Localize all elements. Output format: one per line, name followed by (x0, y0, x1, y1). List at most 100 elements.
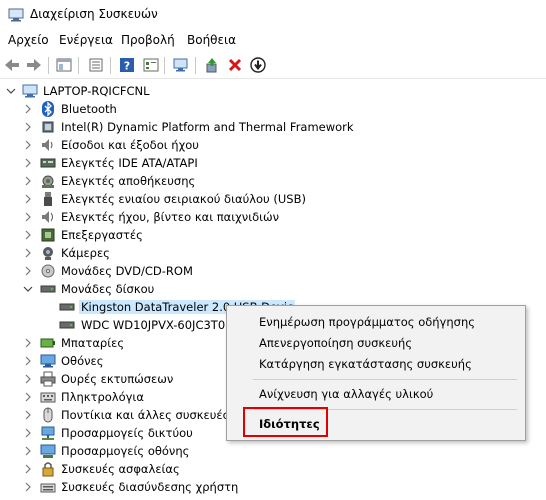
tree-item-ide[interactable]: Ελεγκτές IDE ATA/ATAPI (0, 154, 546, 172)
device-manager-icon (8, 8, 24, 22)
security-icon (42, 462, 54, 477)
tree-item-label: Μονάδες DVD/CD-ROM (61, 264, 193, 278)
tree-item-display-adapters[interactable]: Προσαρμογείς οθόνης (0, 442, 546, 460)
menu-item-update-driver[interactable]: Ενημέρωση προγράμματος οδήγησης (259, 315, 475, 329)
dvd-icon (41, 264, 55, 278)
tree-item-cameras[interactable]: Κάμερες (0, 244, 546, 262)
computer-icon (22, 84, 38, 98)
toolbar-separator (78, 57, 79, 74)
chevron-right-icon[interactable] (23, 193, 33, 205)
chevron-right-icon[interactable] (23, 445, 33, 457)
title-bar: Διαχείριση Συσκευών (0, 0, 546, 30)
battery-icon (40, 338, 55, 348)
disk-icon (59, 321, 75, 329)
chevron-right-icon[interactable] (23, 391, 33, 403)
network-icon (41, 426, 55, 440)
camera-icon (43, 247, 53, 260)
menu-help[interactable]: Βοήθεια (187, 33, 236, 47)
help-button[interactable]: ? (117, 55, 137, 75)
menu-item-uninstall-device[interactable]: Κατάργηση εγκατάστασης συσκευής (259, 357, 472, 371)
tree-item-dvd[interactable]: Μονάδες DVD/CD-ROM (0, 262, 546, 280)
show-hide-tree-button[interactable] (54, 55, 74, 75)
tree-item-label: Ποντίκια και άλλες συσκευές κ (61, 408, 240, 422)
chevron-right-icon[interactable] (23, 211, 33, 223)
tree-root[interactable]: LAPTOP-RQICFCNL (0, 82, 546, 100)
chevron-right-icon[interactable] (23, 481, 33, 493)
disk-icon (59, 303, 75, 311)
chip-icon (42, 121, 54, 133)
speaker-icon (42, 139, 53, 151)
tree-item-label: Είσοδοι και έξοδοι ήχου (61, 138, 199, 152)
tree-item-audio-io[interactable]: Είσοδοι και έξοδοι ήχου (0, 136, 546, 154)
printer-icon (40, 371, 56, 387)
display-adapter-icon (40, 444, 56, 458)
toolbar-separator (195, 57, 196, 74)
svg-text:?: ? (124, 60, 130, 73)
chevron-right-icon[interactable] (23, 157, 33, 169)
toolbar-separator (164, 57, 165, 74)
properties-highlight-box (243, 407, 328, 437)
mouse-icon (43, 407, 53, 423)
menu-file[interactable]: Αρχείο (8, 33, 49, 47)
chevron-right-icon[interactable] (23, 427, 33, 439)
forward-button[interactable] (24, 55, 44, 75)
update-driver-button[interactable] (202, 55, 222, 75)
disable-icon (250, 57, 266, 73)
tree-item-disk-drives[interactable]: Μονάδες δίσκου (0, 280, 546, 298)
tree-item-label: Ουρές εκτυπώσεων (61, 372, 174, 386)
chevron-right-icon[interactable] (23, 463, 33, 475)
tree-item-usb[interactable]: Ελεγκτές ενιαίου σειριακού διαύλου (USB) (0, 190, 546, 208)
tree-item-security[interactable]: Συσκευές ασφαλείας (0, 460, 546, 478)
uninstall-icon (228, 58, 242, 72)
chevron-right-icon[interactable] (23, 121, 33, 133)
back-button[interactable] (2, 55, 22, 75)
ide-controller-icon (40, 158, 56, 168)
menu-item-scan-hardware[interactable]: Ανίχνευση για αλλαγές υλικού (259, 387, 433, 401)
chevron-right-icon[interactable] (23, 139, 33, 151)
bluetooth-icon (42, 101, 54, 117)
tree-item-label: Μπαταρίες (61, 336, 125, 350)
forward-icon (27, 59, 41, 71)
tree-item-intel-dptf[interactable]: Intel(R) Dynamic Platform and Thermal Fr… (0, 118, 546, 136)
disable-button[interactable] (248, 55, 268, 75)
tree-item-label: Οθόνες (61, 354, 104, 368)
chevron-right-icon[interactable] (23, 103, 33, 115)
scan-hardware-icon (173, 58, 188, 72)
chevron-down-icon[interactable] (23, 283, 33, 295)
menu-view[interactable]: Προβολή (121, 33, 175, 47)
tree-item-label: Πληκτρολόγια (61, 390, 144, 404)
chevron-right-icon[interactable] (23, 337, 33, 349)
tree-item-label: Μονάδες δίσκου (61, 282, 155, 296)
tree-item-storage-controllers[interactable]: Ελεγκτές αποθήκευσης (0, 172, 546, 190)
tree-item-label: Ελεγκτές ήχου, βίντεο και παιχνιδιών (61, 210, 280, 224)
chevron-right-icon[interactable] (23, 409, 33, 421)
chevron-down-icon[interactable] (6, 85, 16, 97)
chevron-right-icon[interactable] (23, 247, 33, 259)
menu-item-disable-device[interactable]: Απενεργοποίηση συσκευής (259, 336, 412, 350)
tree-item-sound-video-game[interactable]: Ελεγκτές ήχου, βίντεο και παιχνιδιών (0, 208, 546, 226)
uninstall-button[interactable] (225, 55, 245, 75)
menu-bar: Αρχείο Ενέργεια Προβολή Βοήθεια (0, 30, 546, 52)
tree-item-bluetooth[interactable]: Bluetooth (0, 100, 546, 118)
tree-item-label: Intel(R) Dynamic Platform and Thermal Fr… (61, 120, 354, 134)
scan-hardware-button[interactable] (171, 55, 191, 75)
toolbar: ? (0, 52, 546, 79)
properties-icon (89, 58, 103, 72)
update-driver-icon (206, 58, 217, 73)
tree-item-hid[interactable]: Συσκευές διασύνδεσης χρήστη (0, 478, 546, 496)
view-button[interactable] (141, 55, 161, 75)
chevron-right-icon[interactable] (23, 355, 33, 367)
tree-item-processors[interactable]: Επεξεργαστές (0, 226, 546, 244)
menu-separator (253, 379, 517, 380)
chevron-right-icon[interactable] (23, 265, 33, 277)
usb-icon (44, 192, 52, 206)
storage-controller-icon (42, 175, 54, 188)
chevron-right-icon[interactable] (23, 175, 33, 187)
chevron-right-icon[interactable] (23, 229, 33, 241)
tree-item-label: Συσκευές διασύνδεσης χρήστη (61, 480, 239, 494)
properties-button[interactable] (86, 55, 106, 75)
menu-action[interactable]: Ενέργεια (59, 33, 113, 47)
tree-item-label: Bluetooth (61, 102, 117, 116)
chevron-right-icon[interactable] (23, 373, 33, 385)
sound-icon (42, 211, 53, 223)
